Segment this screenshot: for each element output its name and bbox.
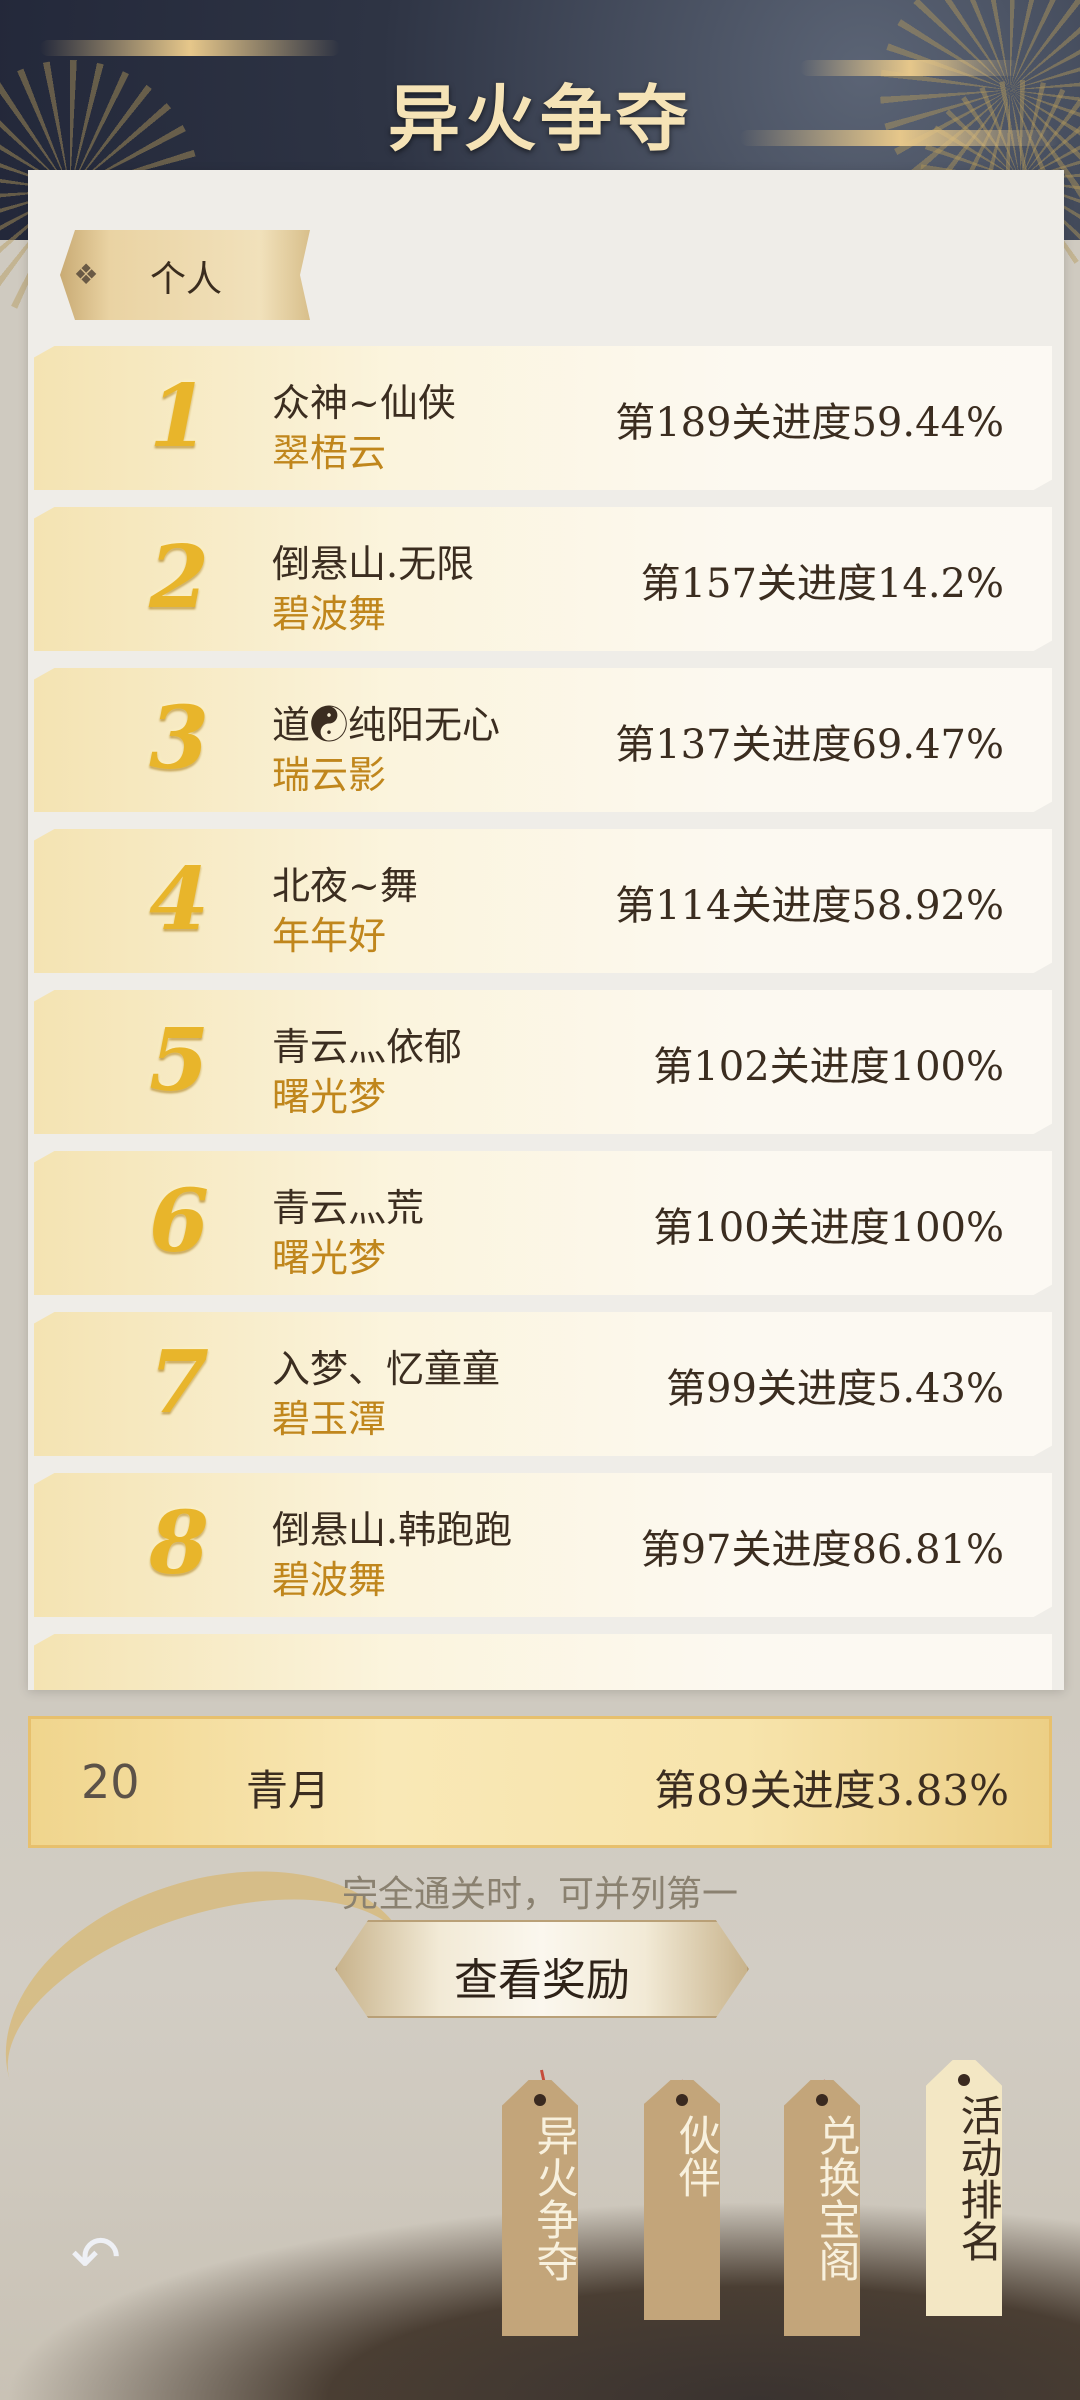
rank-number: 8 xyxy=(149,1493,209,1594)
player-name: 倒悬山.无限 xyxy=(272,542,475,586)
player-name: 北夜~舞 xyxy=(272,864,418,908)
rank-number: 3 xyxy=(149,688,209,789)
server-name: 碧波舞 xyxy=(272,1558,387,1602)
player-name: 倒悬山.韩跑跑 xyxy=(272,1508,513,1552)
ranking-row[interactable]: 2 倒悬山.无限 碧波舞 第157关进度14.2% xyxy=(34,507,1052,651)
server-name: 曙光梦 xyxy=(272,1075,387,1119)
tab-hole xyxy=(676,2094,688,2106)
ranking-row-partial[interactable] xyxy=(34,1634,1052,1690)
player-name: 入梦、忆童童 xyxy=(272,1347,501,1391)
tie-note: 完全通关时，可并列第一 xyxy=(341,1874,738,1915)
ranking-row[interactable]: 5 青云灬依郁 曙光梦 第102关进度100% xyxy=(34,990,1052,1134)
server-name: 瑞云影 xyxy=(272,753,387,797)
my-rank-bar: 20 青月 第89关进度3.83% xyxy=(28,1716,1052,1848)
view-reward-button[interactable]: 查看奖励 xyxy=(335,1920,749,2018)
stage-progress: 第189关进度59.44% xyxy=(615,400,1004,446)
tab-label: 活动排名 xyxy=(954,2094,1003,2262)
ranking-row[interactable]: 8 倒悬山.韩跑跑 碧波舞 第97关进度86.81% xyxy=(34,1473,1052,1617)
player-name: 众神~仙侠 xyxy=(272,381,456,425)
stage-progress: 第102关进度100% xyxy=(653,1044,1004,1090)
server-name: 曙光梦 xyxy=(272,1236,387,1280)
tab-label: 异火争夺 xyxy=(530,2114,579,2282)
my-rank-name: 青月 xyxy=(246,1766,331,1815)
ranking-row[interactable]: 7 入梦、忆童童 碧玉潭 第99关进度5.43% xyxy=(34,1312,1052,1456)
stage-progress: 第100关进度100% xyxy=(653,1205,1004,1251)
my-rank-progress: 第89关进度3.83% xyxy=(654,1766,1009,1815)
rank-number: 4 xyxy=(149,849,209,950)
player-name: 青云灬依郁 xyxy=(272,1025,463,1069)
ranking-row[interactable]: 4 北夜~舞 年年好 第114关进度58.92% xyxy=(34,829,1052,973)
ranking-row[interactable]: 6 青云灬荒 曙光梦 第100关进度100% xyxy=(34,1151,1052,1295)
stage-progress: 第97关进度86.81% xyxy=(640,1527,1004,1573)
stage-progress: 第114关进度58.92% xyxy=(615,883,1004,929)
player-name: 道☯纯阳无心 xyxy=(272,703,501,747)
rank-number: 6 xyxy=(149,1171,209,1272)
tab-hole xyxy=(816,2094,828,2106)
rank-number: 2 xyxy=(149,527,209,628)
back-arrow-icon[interactable]: ↶ xyxy=(58,2220,134,2296)
page-title: 异火争夺 xyxy=(387,76,692,161)
ranking-row[interactable]: 1 众神~仙侠 翠梧云 第189关进度59.44% xyxy=(34,346,1052,490)
rank-number: 1 xyxy=(149,366,209,467)
ranking-row[interactable]: 3 道☯纯阳无心 瑞云影 第137关进度69.47% xyxy=(34,668,1052,812)
stage-progress: 第157关进度14.2% xyxy=(640,561,1004,607)
view-reward-label: 查看奖励 xyxy=(454,1955,630,2006)
server-name: 年年好 xyxy=(272,914,387,958)
player-name: 青云灬荒 xyxy=(272,1186,425,1230)
server-name: 碧玉潭 xyxy=(272,1397,387,1441)
tab-fire-contest[interactable]: 异火争夺 xyxy=(502,2080,578,2336)
rank-number: 5 xyxy=(149,1010,209,1111)
my-rank-number: 20 xyxy=(81,1755,140,1809)
cloud-decoration xyxy=(40,40,340,56)
tab-personal-label: 个人 xyxy=(150,259,223,300)
stage-progress: 第99关进度5.43% xyxy=(666,1366,1004,1412)
ranking-list[interactable]: 1 众神~仙侠 翠梧云 第189关进度59.44% 2 倒悬山.无限 碧波舞 第… xyxy=(28,340,1052,1690)
stage-progress: 第137关进度69.47% xyxy=(615,722,1004,768)
tab-label: 伙伴 xyxy=(672,2114,721,2198)
server-name: 碧波舞 xyxy=(272,592,387,636)
tab-partner[interactable]: 伙伴 xyxy=(644,2080,720,2320)
server-name: 翠梧云 xyxy=(272,431,387,475)
tab-hole xyxy=(958,2074,970,2086)
tab-exchange[interactable]: 兑换宝阁 xyxy=(784,2080,860,2336)
diamond-icon: ❖ xyxy=(73,258,99,291)
tab-activity-ranking[interactable]: 活动排名 xyxy=(926,2060,1002,2316)
tab-hole xyxy=(534,2094,546,2106)
rank-number: 7 xyxy=(149,1332,209,1433)
tab-label: 兑换宝阁 xyxy=(812,2114,861,2282)
